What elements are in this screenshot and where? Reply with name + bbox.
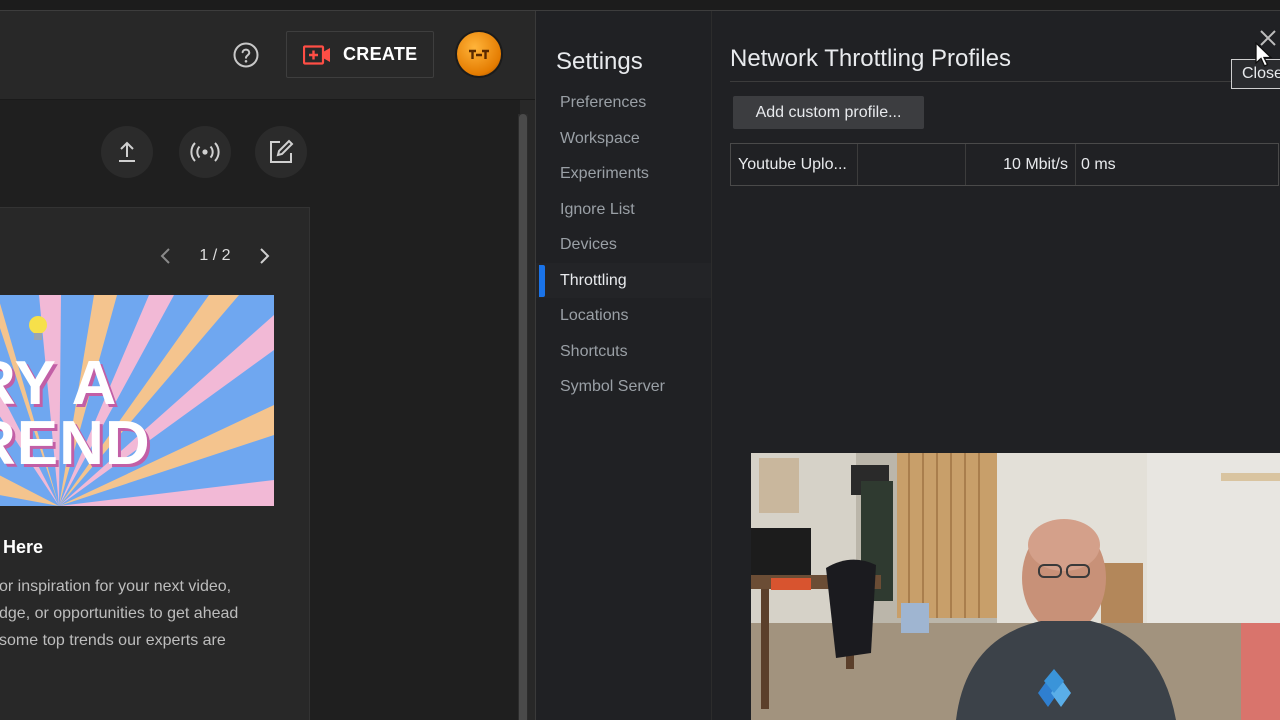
description-line: dge, or opportunities to get ahead: [0, 605, 239, 622]
scrollbar-thumb[interactable]: [519, 114, 527, 720]
studio-header: CREATE: [0, 11, 535, 100]
panel-divider: [730, 81, 1250, 82]
settings-nav: Preferences Workspace Experiments Ignore Li…: [536, 85, 711, 405]
window-top-edge: [0, 0, 1280, 11]
pager-count: 1 / 2: [199, 247, 231, 264]
profile-download: [858, 144, 966, 185]
panel-title: Network Throttling Profiles: [730, 45, 1011, 72]
sidebar-item-shortcuts[interactable]: Shortcuts: [536, 334, 711, 370]
create-button-label: CREATE: [343, 44, 418, 64]
channel-avatar[interactable]: [457, 32, 501, 76]
video-camera-plus-icon: [303, 44, 330, 65]
create-button[interactable]: CREATE: [286, 31, 434, 78]
sidebar-item-workspace[interactable]: Workspace: [536, 121, 711, 157]
sidebar-item-experiments[interactable]: Experiments: [536, 156, 711, 192]
edit-post-icon: [270, 139, 294, 163]
vertical-scrollbar[interactable]: [518, 114, 528, 720]
sidebar-item-symbol-server[interactable]: Symbol Server: [536, 369, 711, 405]
card-description: or inspiration for your next video, dge,…: [0, 573, 274, 654]
chevron-right-icon[interactable]: [257, 247, 271, 265]
chevron-left-icon[interactable]: [159, 247, 173, 265]
upload-icon: [119, 141, 135, 162]
sidebar-item-devices[interactable]: Devices: [536, 227, 711, 263]
settings-sidebar: Settings Preferences Workspace Experiments…: [536, 11, 712, 720]
mouse-cursor-icon: [1255, 42, 1273, 67]
profile-name: Youtube Uplo...: [731, 144, 858, 185]
description-line: or inspiration for your next video,: [0, 578, 232, 595]
go-live-button[interactable]: [179, 126, 231, 178]
banner-line-1: RY A: [0, 349, 118, 418]
sidebar-item-preferences[interactable]: Preferences: [536, 85, 711, 121]
table-row[interactable]: Youtube Uplo... 10 Mbit/s 0 ms: [730, 143, 1279, 186]
trend-banner-image[interactable]: RY A REND: [0, 295, 274, 506]
sidebar-item-throttling[interactable]: Throttling: [536, 262, 711, 298]
description-line: some top trends our experts are: [0, 632, 226, 649]
webcam-feed-image: [751, 453, 1280, 720]
ideas-card: 1 / 2 Y A END Here or inspiration for yo…: [0, 207, 310, 720]
live-broadcast-icon: [190, 142, 220, 162]
upload-button[interactable]: [101, 126, 153, 178]
banner-line-2: REND: [0, 409, 151, 478]
add-custom-profile-button[interactable]: Add custom profile...: [733, 96, 924, 129]
avatar-logo-icon: [469, 49, 489, 59]
settings-title: Settings: [556, 48, 643, 75]
sidebar-item-locations[interactable]: Locations: [536, 298, 711, 334]
dashboard-content: 1 / 2 Y A END Here or inspiration for yo…: [0, 100, 520, 720]
card-pager: 1 / 2: [159, 246, 271, 266]
help-circle-icon[interactable]: [233, 42, 259, 68]
lightbulb-icon: [29, 316, 47, 334]
profile-upload: 10 Mbit/s: [966, 144, 1076, 185]
card-title: Here: [3, 537, 44, 557]
create-post-button[interactable]: [255, 126, 307, 178]
youtube-studio-pane: CREATE 1 / 2 Y A END Here or inspiration…: [0, 11, 535, 720]
webcam-video-overlay: [751, 453, 1280, 720]
profile-latency: 0 ms: [1081, 156, 1116, 173]
sidebar-item-ignore-list[interactable]: Ignore List: [536, 192, 711, 228]
